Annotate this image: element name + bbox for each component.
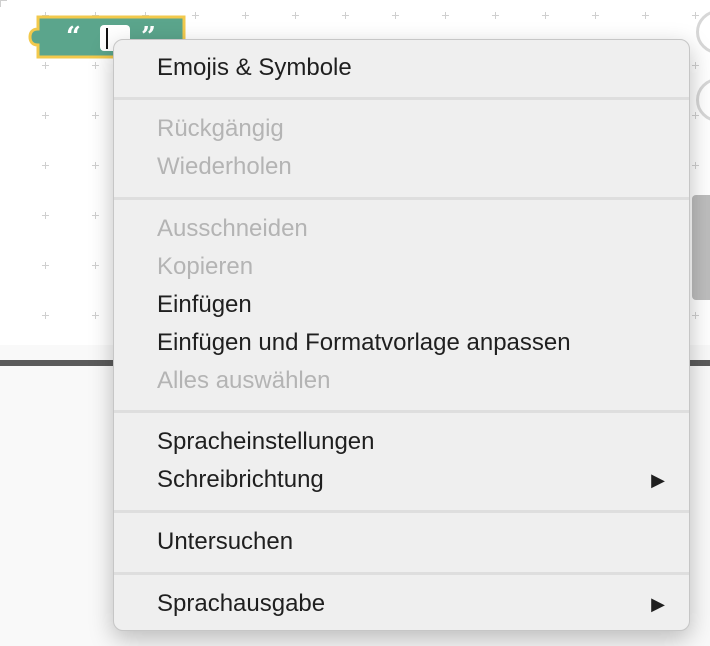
menu-item-label: Ausschneiden [157,215,308,242]
grid-cross [492,12,499,19]
grid-cross [92,262,99,269]
grid-cross [692,312,699,319]
submenu-arrow-icon: ▶ [651,470,665,490]
menu-separator [114,572,689,575]
menu-item-language-settings[interactable]: Spracheinstellungen [114,423,689,461]
grid-cross [92,212,99,219]
context-menu: Emojis & Symbole Rückgängig Wiederholen … [113,39,690,631]
menu-item-paste-match-style[interactable]: Einfügen und Formatvorlage anpassen [114,324,689,362]
menu-item-redo[interactable]: Wiederholen [114,148,689,186]
grid-cross [542,12,549,19]
grid-cross [42,212,49,219]
menu-item-emojis[interactable]: Emojis & Symbole [114,49,689,87]
grid-cross [442,12,449,19]
grid-cross [692,112,699,119]
workspace-scrollbar[interactable] [692,195,710,300]
menu-item-paste[interactable]: Einfügen [114,286,689,324]
grid-cross [42,162,49,169]
grid-cross [642,12,649,19]
grid-cross [692,12,699,19]
grid-cross [192,12,199,19]
menu-item-label: Schreibrichtung [157,466,324,493]
menu-item-label: Rückgängig [157,115,284,142]
menu-separator [114,197,689,200]
grid-cross [42,262,49,269]
menu-separator [114,410,689,413]
submenu-arrow-icon: ▶ [651,594,665,614]
menu-item-label: Emojis & Symbole [157,54,352,81]
grid-cross [42,312,49,319]
grid-cross [342,12,349,19]
menu-item-label: Sprachausgabe [157,590,326,617]
menu-item-label: Alles auswählen [157,367,331,394]
grid-cross [242,12,249,19]
menu-separator [114,97,689,100]
menu-item-writing-direction[interactable]: Schreibrichtung ▶ [114,461,689,499]
menu-item-label: Untersuchen [157,528,294,555]
grid-cross [92,162,99,169]
menu-item-undo[interactable]: Rückgängig [114,110,689,148]
menu-item-label: Wiederholen [157,153,292,180]
menu-item-copy[interactable]: Kopieren [114,248,689,286]
grid-cross [92,62,99,69]
grid-cross [92,112,99,119]
menu-item-label: Einfügen [157,291,252,318]
open-quote-icon: “ [66,22,81,52]
grid-cross [392,12,399,19]
menu-item-select-all[interactable]: Alles auswählen [114,362,689,400]
menu-separator [114,510,689,513]
menu-item-speech[interactable]: Sprachausgabe ▶ [114,585,689,623]
grid-cross [692,62,699,69]
grid-cross [92,312,99,319]
grid-cross [42,112,49,119]
menu-item-cut[interactable]: Ausschneiden [114,210,689,248]
text-caret [106,28,108,49]
menu-item-label: Einfügen und Formatvorlage anpassen [157,329,571,356]
menu-item-label: Spracheinstellungen [157,428,375,455]
grid-cross [692,162,699,169]
menu-item-inspect[interactable]: Untersuchen [114,523,689,561]
grid-cross [292,12,299,19]
grid-cross [42,62,49,69]
menu-item-label: Kopieren [157,253,254,280]
grid-cross [592,12,599,19]
